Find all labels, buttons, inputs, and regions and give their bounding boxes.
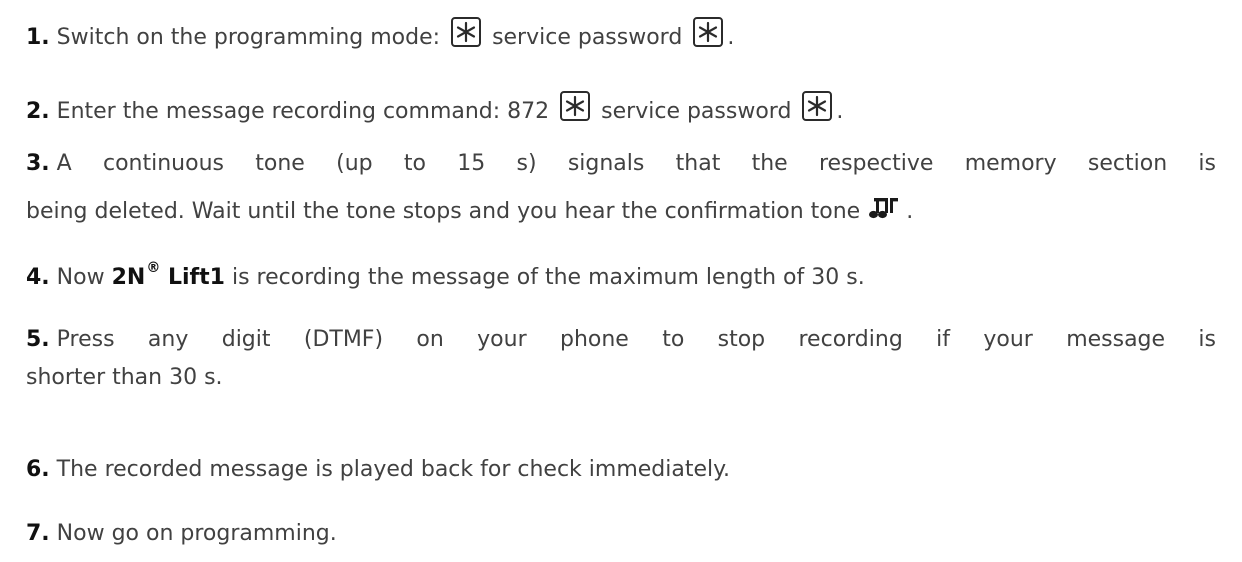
step-1: 1. Switch on the programming mode: servic… xyxy=(26,16,1216,60)
brand-product: Lift1 xyxy=(168,265,225,290)
step-number: 4. xyxy=(26,265,50,290)
brand-name: 2N® Lift1 xyxy=(111,261,225,290)
step-number: 2. xyxy=(26,99,50,124)
step-number: 7. xyxy=(26,521,50,546)
step-line: shorter than 30 s. xyxy=(26,356,1216,400)
instruction-list: 1. Switch on the programming mode: servic… xyxy=(0,0,1242,562)
step-text: Now go on programming. xyxy=(56,521,337,546)
star-key-icon xyxy=(693,17,724,47)
step-text: service password xyxy=(601,99,792,124)
step-6: 6. The recorded message is played back fo… xyxy=(26,448,1216,492)
step-number: 1. xyxy=(26,25,50,50)
star-key-icon xyxy=(560,91,591,121)
step-text: The recorded message is played back for … xyxy=(56,457,730,482)
step-line: being deleted. Wait until the tone stops… xyxy=(26,190,1216,236)
step-number: 3. xyxy=(26,151,50,176)
step-text: . xyxy=(836,99,844,124)
step-7: 7. Now go on programming. xyxy=(26,512,1216,556)
step-text: Press any digit (DTMF) on your phone to … xyxy=(56,327,1216,352)
step-text: being deleted. Wait until the tone stops… xyxy=(26,199,861,224)
step-text: . xyxy=(906,199,914,224)
step-text: . xyxy=(727,25,735,50)
step-text: shorter than 30 s. xyxy=(26,365,223,390)
step-5: 5. Press any digit (DTMF) on your phone t… xyxy=(26,318,1216,400)
step-text: service password xyxy=(492,25,683,50)
brand-2n: 2N xyxy=(111,265,146,290)
step-number: 5. xyxy=(26,327,50,352)
step-text: A continuous tone (up to 15 s) signals t… xyxy=(56,151,1216,176)
star-key-icon xyxy=(451,17,482,47)
step-4: 4. Now 2N® Lift1 is recording the message… xyxy=(26,256,1216,300)
step-line: 3. A continuous tone (up to 15 s) signals… xyxy=(26,142,1216,186)
step-number: 6. xyxy=(26,457,50,482)
step-text: Enter the message recording command: 872 xyxy=(56,99,550,124)
step-text: Now xyxy=(56,265,105,290)
step-2: 2. Enter the message recording command: 8… xyxy=(26,90,1216,134)
step-text: is recording the message of the maximum … xyxy=(231,265,865,290)
star-key-icon xyxy=(802,91,833,121)
registered-mark: ® xyxy=(146,260,161,276)
step-3: 3. A continuous tone (up to 15 s) signals… xyxy=(26,142,1216,236)
step-text: Switch on the programming mode: xyxy=(56,25,441,50)
confirmation-tone-icon xyxy=(868,192,900,236)
